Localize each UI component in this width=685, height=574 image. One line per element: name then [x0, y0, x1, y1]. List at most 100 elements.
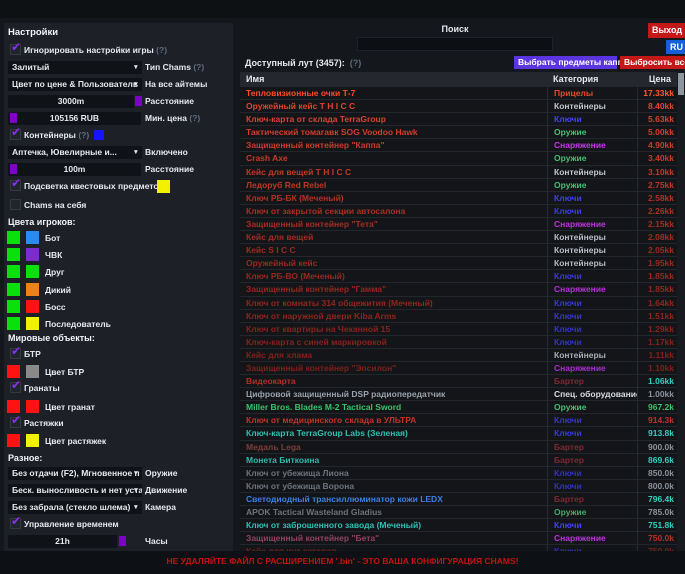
time-input[interactable]: 21h	[8, 535, 117, 548]
item-price: 17.33kk	[637, 87, 677, 100]
table-row[interactable]: Ключ от комнаты 314 общежития (Меченый)К…	[240, 296, 677, 309]
table-row[interactable]: Тактический томагавк SOG Voodoo HawkОруж…	[240, 125, 677, 138]
help-icon[interactable]: (?)	[78, 130, 89, 140]
movement-dropdown[interactable]: Беск. выносливость и нет уста▼	[8, 484, 142, 497]
world-object-label: Гранаты	[24, 383, 60, 393]
world-color-swatch-1[interactable]	[7, 365, 20, 378]
world-object-checkbox[interactable]: ✔	[10, 382, 21, 393]
table-row[interactable]: Ледоруб Red RebelОружие2.75kk	[240, 178, 677, 191]
world-color-swatch-2[interactable]	[26, 400, 39, 413]
world-object-checkbox[interactable]: ✔	[10, 417, 21, 428]
table-row[interactable]: Тепловизионные очки Т-7Прицелы17.33kk	[240, 86, 677, 99]
table-row[interactable]: Медаль LegaБартер900.0k	[240, 440, 677, 453]
column-header-category[interactable]: Категория	[547, 72, 637, 86]
loot-scrollbar[interactable]	[677, 72, 685, 551]
table-row[interactable]: Кейс S I C CКонтейнеры2.05kk	[240, 243, 677, 256]
player-hidden-color-swatch[interactable]	[26, 300, 39, 313]
table-row[interactable]: Монета БиткоинаБартер869.6k	[240, 453, 677, 466]
time-color-swatch[interactable]	[119, 536, 126, 546]
player-hidden-color-swatch[interactable]	[26, 265, 39, 278]
containers-checkbox[interactable]: ✔	[10, 129, 21, 140]
player-visible-color-swatch[interactable]	[7, 248, 20, 261]
table-row[interactable]: Miller Bros. Blades M-2 Tactical SwordОр…	[240, 400, 677, 413]
world-color-swatch-1[interactable]	[7, 400, 20, 413]
min-price-color-swatch[interactable]	[10, 113, 17, 123]
min-price-input[interactable]: 105156 RUB	[8, 112, 141, 125]
table-row[interactable]: Защищенный контейнер "Бета"Снаряжение750…	[240, 531, 677, 544]
world-object-label: Растяжки	[24, 418, 64, 428]
ignore-game-settings-checkbox[interactable]: ✔	[10, 44, 21, 55]
player-hidden-color-swatch[interactable]	[26, 283, 39, 296]
weapon-dropdown[interactable]: Без отдачи (F2), Мгновенное п▼	[8, 467, 142, 480]
language-button[interactable]: RU	[666, 40, 685, 54]
table-row[interactable]: Ключ РБ-БК (Меченый)Ключи2.58kk	[240, 191, 677, 204]
table-row[interactable]: Crash AxeОружие3.40kk	[240, 151, 677, 164]
table-row[interactable]: Кейс для хламаКонтейнеры1.11kk	[240, 348, 677, 361]
world-color-swatch-2[interactable]	[26, 365, 39, 378]
world-color-swatch-1[interactable]	[7, 434, 20, 447]
player-hidden-color-swatch[interactable]	[26, 317, 39, 330]
camera-dropdown[interactable]: Без забрала (стекло шлема)▼	[8, 501, 142, 514]
column-header-price[interactable]: Цена	[637, 72, 677, 86]
table-row[interactable]: Ключ-карта TerraGroup Labs (Зеленая)Ключ…	[240, 426, 677, 439]
quest-items-checkbox[interactable]: ✔	[10, 180, 21, 191]
containers-color-swatch[interactable]	[94, 130, 104, 140]
time-control-checkbox[interactable]: ✔	[10, 518, 21, 529]
player-visible-color-swatch[interactable]	[7, 283, 20, 296]
table-row[interactable]: Кейс для вещейКонтейнеры2.08kk	[240, 230, 677, 243]
player-hidden-color-swatch[interactable]	[26, 231, 39, 244]
player-visible-color-swatch[interactable]	[7, 300, 20, 313]
table-row[interactable]: Оружейный кейс T H I C CКонтейнеры8.40kk	[240, 99, 677, 112]
world-color-label: Цвет растяжек	[45, 436, 106, 446]
exit-button[interactable]: Выход	[648, 23, 685, 38]
help-icon[interactable]: (?)	[350, 58, 362, 68]
self-chams-checkbox[interactable]	[10, 199, 21, 210]
containers-distance-color-swatch[interactable]	[10, 164, 17, 174]
table-row[interactable]: Ключ от квартиры на Чеканной 15Ключи1.29…	[240, 322, 677, 335]
config-warning: НЕ УДАЛЯЙТЕ ФАЙЛ С РАСШИРЕНИЕМ '.bin' - …	[0, 556, 685, 566]
table-row[interactable]: Ключ РБ-ВО (Меченый)Ключи1.85kk	[240, 269, 677, 282]
table-row[interactable]: Защищенный контейнер "Гамма"Снаряжение1.…	[240, 282, 677, 295]
player-visible-color-swatch[interactable]	[7, 317, 20, 330]
player-visible-color-swatch[interactable]	[7, 231, 20, 244]
table-row[interactable]: Ключ от заброшенного завода (Меченый)Клю…	[240, 518, 677, 531]
drop-all-button[interactable]: Выбросить все	[620, 56, 685, 69]
chams-type-dropdown[interactable]: Залитый▼	[8, 61, 142, 74]
player-visible-color-swatch[interactable]	[7, 265, 20, 278]
table-row[interactable]: Защищенный контейнер "Каппа"Снаряжение4.…	[240, 138, 677, 151]
price-color-dropdown[interactable]: Цвет по цене & Пользователь▼	[8, 78, 142, 91]
quest-items-color-swatch[interactable]	[157, 180, 170, 193]
table-row[interactable]: Кейс для инъекторовКлючи750.0k	[240, 544, 677, 551]
table-row[interactable]: Оружейный кейсКонтейнеры1.95kk	[240, 256, 677, 269]
world-color-swatch-2[interactable]	[26, 434, 39, 447]
containers-type-dropdown[interactable]: Аптечка, Ювелирные и...▼	[8, 146, 142, 159]
containers-distance-input[interactable]: 100m	[8, 163, 141, 176]
table-row[interactable]: Ключ от наружной двери Kiba ArmsКлючи1.5…	[240, 309, 677, 322]
table-row[interactable]: ВидеокартаБартер1.06kk	[240, 374, 677, 387]
table-row[interactable]: Ключ от медицинского склада в УЛЬТРАКлюч…	[240, 413, 677, 426]
distance-color-swatch[interactable]	[135, 96, 142, 106]
table-row[interactable]: Цифровой защищенный DSP радиопередатчикС…	[240, 387, 677, 400]
world-object-checkbox[interactable]: ✔	[10, 348, 21, 359]
select-kappa-items-button[interactable]: Выбрать предметы каппа	[514, 56, 617, 69]
player-hidden-color-swatch[interactable]	[26, 248, 39, 261]
item-category: Оружие	[547, 506, 637, 519]
search-input[interactable]	[357, 37, 553, 51]
table-row[interactable]: Ключ-карта с синей маркировкойКлючи1.17k…	[240, 335, 677, 348]
loot-scrollbar-thumb[interactable]	[678, 73, 684, 95]
help-icon[interactable]: (?)	[189, 113, 200, 123]
table-row[interactable]: Светодиодный трансиллюминатор кожи LEDXБ…	[240, 492, 677, 505]
item-price: 3.40kk	[637, 152, 677, 165]
table-row[interactable]: Кейс для вещей T H I C CКонтейнеры3.10kk	[240, 165, 677, 178]
table-row[interactable]: Ключ-карта от склада TerraGroupКлючи5.63…	[240, 112, 677, 125]
table-row[interactable]: Ключ от убежища ВоронаКлючи800.0k	[240, 479, 677, 492]
table-row[interactable]: APOK Tactical Wasteland GladiusОружие785…	[240, 505, 677, 518]
table-row[interactable]: Ключ от закрытой секции автосалонаКлючи2…	[240, 204, 677, 217]
distance-input[interactable]: 3000m	[8, 95, 134, 108]
help-icon[interactable]: (?)	[193, 62, 204, 72]
table-row[interactable]: Ключ от убежища ЛионаКлючи850.0k	[240, 466, 677, 479]
table-row[interactable]: Защищенный контейнер "Тета"Снаряжение2.1…	[240, 217, 677, 230]
table-row[interactable]: Защищенный контейнер "Эпсилон"Снаряжение…	[240, 361, 677, 374]
help-icon[interactable]: (?)	[156, 45, 167, 55]
column-header-name[interactable]: Имя	[240, 72, 547, 86]
